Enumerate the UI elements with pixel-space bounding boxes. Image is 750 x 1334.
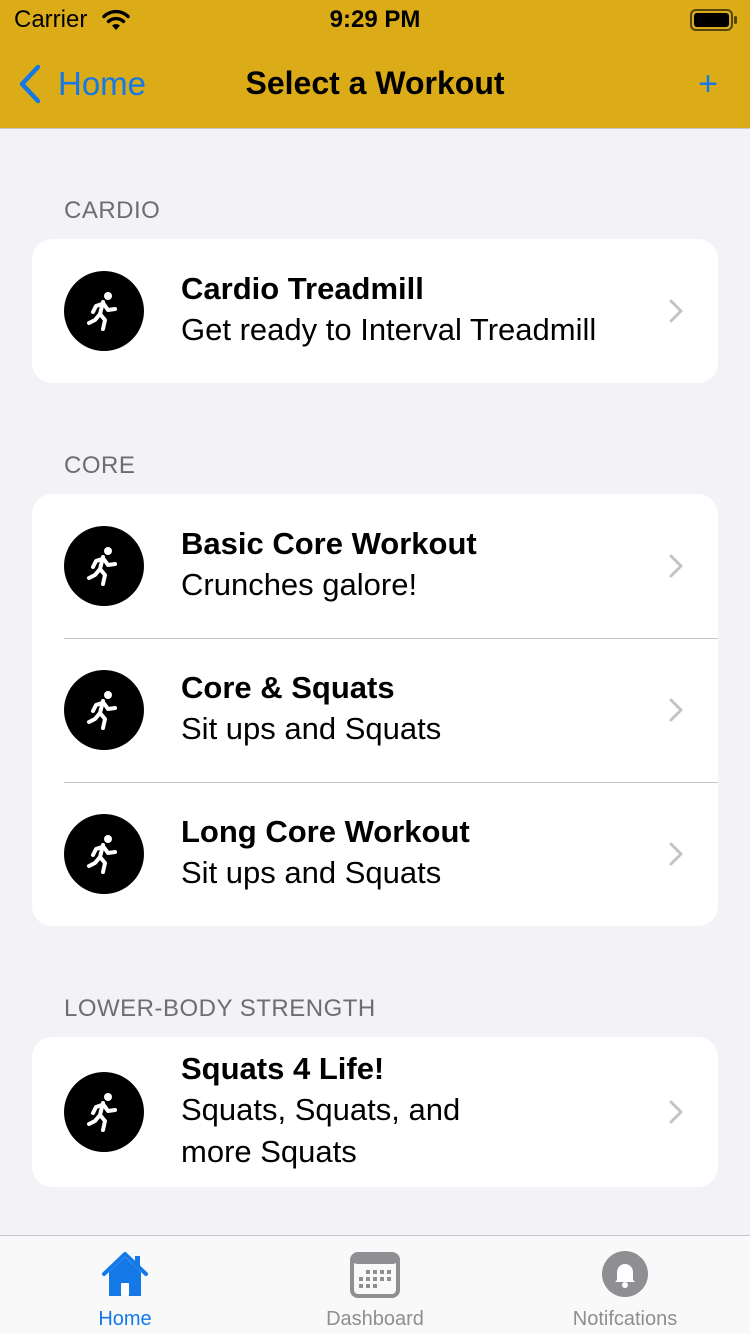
running-person-icon <box>64 670 144 750</box>
chevron-right-icon <box>669 554 683 578</box>
workout-title: Basic Core Workout <box>181 526 477 561</box>
workout-title: Cardio Treadmill <box>181 271 424 306</box>
chevron-right-icon <box>669 698 683 722</box>
workout-row-squats-4-life[interactable]: Squats 4 Life! Squats, Squats, and more … <box>32 1037 718 1187</box>
tab-notifications-label: Notifcations <box>572 1308 678 1330</box>
running-person-icon <box>64 1072 144 1152</box>
section-header-core: CORE <box>64 452 136 479</box>
workout-list-core: Basic Core Workout Crunches galore! Core… <box>32 494 718 926</box>
house-icon <box>102 1252 148 1296</box>
workout-row-long-core[interactable]: Long Core Workout Sit ups and Squats <box>32 782 718 926</box>
workout-title: Squats 4 Life! <box>181 1051 385 1086</box>
chevron-left-icon <box>19 64 41 104</box>
chevron-right-icon <box>669 1100 683 1124</box>
workout-list-cardio: Cardio Treadmill Get ready to Interval T… <box>32 239 718 383</box>
section-header-lower-body-strength: LOWER-BODY STRENGTH <box>64 995 376 1022</box>
workout-subtitle: Sit ups and Squats <box>181 711 442 746</box>
running-person-icon <box>64 814 144 894</box>
bell-icon <box>602 1251 648 1297</box>
status-bar: Carrier 9:29 PM <box>0 0 750 40</box>
status-time: 9:29 PM <box>329 6 421 33</box>
workout-subtitle: Crunches galore! <box>181 567 418 602</box>
tab-home[interactable]: Home <box>0 1236 250 1334</box>
workout-subtitle-line-2: more Squats <box>181 1134 357 1169</box>
page-title: Select a Workout <box>245 65 505 101</box>
workout-subtitle: Get ready to Interval Treadmill <box>181 312 597 347</box>
nav-bar: Home Select a Workout + <box>0 40 750 128</box>
workout-row-core-squats[interactable]: Core & Squats Sit ups and Squats <box>32 638 718 782</box>
workout-row-basic-core[interactable]: Basic Core Workout Crunches galore! <box>32 494 718 638</box>
tab-notifications[interactable]: Notifcations <box>500 1236 750 1334</box>
running-person-icon <box>64 526 144 606</box>
workout-title: Long Core Workout <box>181 814 470 849</box>
workout-subtitle: Sit ups and Squats <box>181 855 442 890</box>
add-workout-button[interactable]: + <box>690 62 726 106</box>
tab-bar: Home Dashboard Notifcations <box>0 1235 750 1334</box>
calendar-icon <box>350 1252 400 1298</box>
chevron-right-icon <box>669 842 683 866</box>
workout-title: Core & Squats <box>181 670 395 705</box>
tab-dashboard[interactable]: Dashboard <box>250 1236 500 1334</box>
workout-row-cardio-treadmill[interactable]: Cardio Treadmill Get ready to Interval T… <box>32 239 718 383</box>
workout-list-lower-body: Squats 4 Life! Squats, Squats, and more … <box>32 1037 718 1187</box>
back-button[interactable]: Home <box>16 62 146 106</box>
back-button-label: Home <box>58 65 147 102</box>
workout-subtitle-line-1: Squats, Squats, and <box>181 1092 461 1127</box>
tab-dashboard-label: Dashboard <box>326 1308 424 1330</box>
chevron-right-icon <box>669 299 683 323</box>
navigation-header: Carrier 9:29 PM Home Select a Workout + <box>0 0 750 129</box>
section-header-cardio: CARDIO <box>64 197 161 224</box>
tab-home-label: Home <box>98 1308 152 1330</box>
running-person-icon <box>64 271 144 351</box>
battery-full-icon <box>690 9 737 31</box>
